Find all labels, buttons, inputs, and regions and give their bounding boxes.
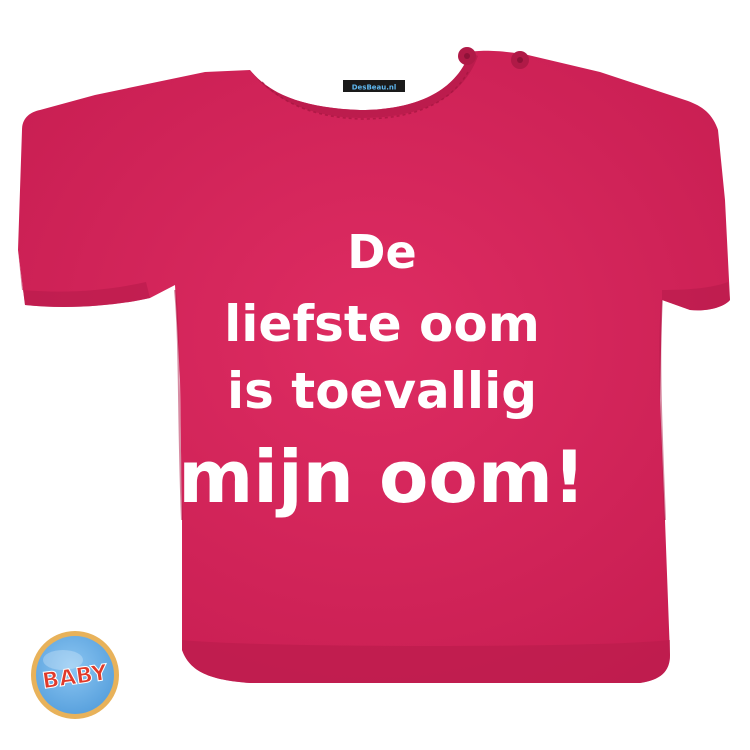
- print-line-2: liefste oom: [224, 295, 540, 353]
- print-line-1: De: [347, 225, 416, 279]
- baby-badge: BABY: [31, 631, 119, 719]
- print-line-3: is toevallig: [227, 362, 537, 420]
- bottom-hem: [182, 640, 670, 683]
- print-line-4: mijn oom!: [178, 435, 586, 519]
- tshirt-illustration: DesBeau.nl De liefste oom is toevallig m…: [18, 47, 730, 719]
- neck-label-text: DesBeau.nl: [352, 84, 397, 92]
- shoulder-button-hole: [464, 53, 470, 59]
- product-image: DesBeau.nl De liefste oom is toevallig m…: [0, 0, 750, 750]
- shoulder-button-hole: [517, 57, 523, 63]
